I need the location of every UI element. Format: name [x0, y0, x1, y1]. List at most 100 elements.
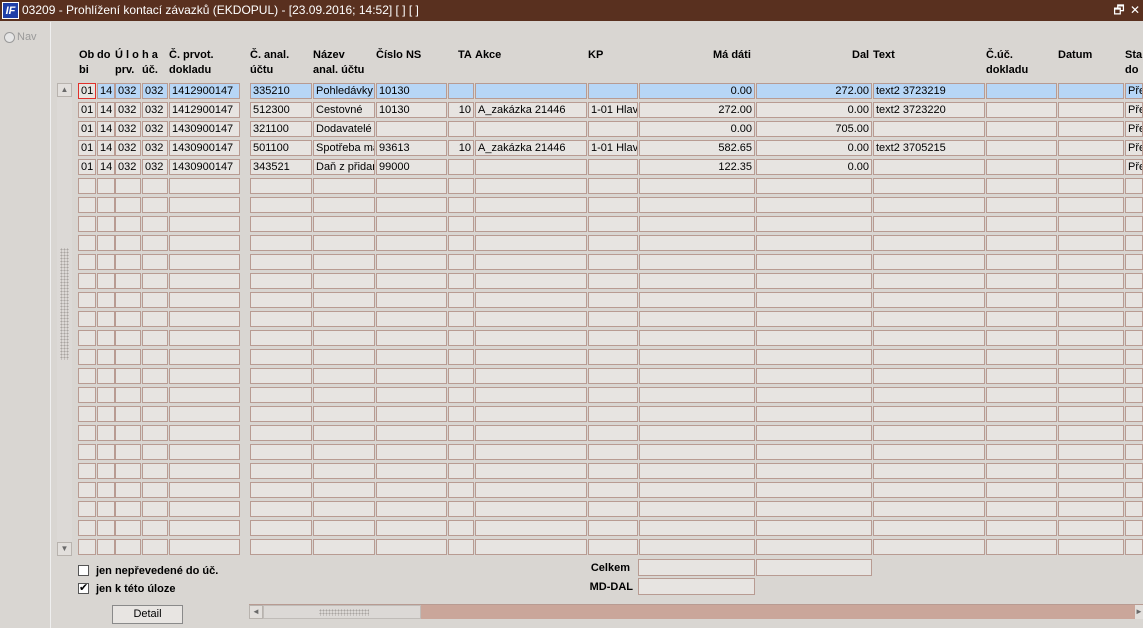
- cell-cprvot[interactable]: [169, 197, 240, 213]
- cell-canal[interactable]: [250, 216, 312, 232]
- cell-cprvot[interactable]: [169, 349, 240, 365]
- cell-canal[interactable]: [250, 520, 312, 536]
- cell-ta[interactable]: [448, 216, 474, 232]
- cell-nazev[interactable]: [313, 444, 375, 460]
- cell-ns[interactable]: [376, 539, 447, 555]
- cell-ns[interactable]: 10130: [376, 83, 447, 99]
- cell-ha[interactable]: [142, 216, 168, 232]
- cell-ta[interactable]: [448, 292, 474, 308]
- cell-cprvot[interactable]: [169, 444, 240, 460]
- cell-do[interactable]: [97, 349, 115, 365]
- cell-akce[interactable]: A_zakázka 21446: [475, 140, 587, 156]
- cell-ta[interactable]: [448, 311, 474, 327]
- cell-kp[interactable]: [588, 368, 638, 384]
- cell-do[interactable]: [97, 254, 115, 270]
- cell-cuc[interactable]: [986, 159, 1057, 175]
- cell-stav[interactable]: [1125, 349, 1143, 365]
- cell-cprvot[interactable]: 1412900147: [169, 102, 240, 118]
- cell-ta[interactable]: [448, 254, 474, 270]
- cell-do[interactable]: 14: [97, 83, 115, 99]
- cell-ha[interactable]: 032: [142, 159, 168, 175]
- cell-ulo[interactable]: [115, 463, 141, 479]
- close-window-icon[interactable]: ✕: [1128, 2, 1142, 18]
- this-task-checkbox[interactable]: ✔: [78, 583, 89, 594]
- cell-ns[interactable]: [376, 197, 447, 213]
- cell-datum[interactable]: [1058, 178, 1124, 194]
- cell-stav[interactable]: Přev: [1125, 121, 1143, 137]
- cell-ob[interactable]: 01: [78, 159, 96, 175]
- cell-cprvot[interactable]: 1430900147: [169, 159, 240, 175]
- cell-ulo[interactable]: [115, 501, 141, 517]
- cell-nazev[interactable]: [313, 292, 375, 308]
- cell-cprvot[interactable]: [169, 501, 240, 517]
- cell-ulo[interactable]: [115, 368, 141, 384]
- cell-cuc[interactable]: [986, 235, 1057, 251]
- cell-text[interactable]: [873, 387, 985, 403]
- cell-madati[interactable]: [639, 463, 755, 479]
- cell-nazev[interactable]: [313, 311, 375, 327]
- cell-nazev[interactable]: Pohledávky: [313, 83, 375, 99]
- cell-ob[interactable]: 01: [78, 102, 96, 118]
- cell-ha[interactable]: 032: [142, 140, 168, 156]
- scroll-right-icon[interactable]: ►: [1135, 605, 1143, 619]
- cell-ha[interactable]: [142, 463, 168, 479]
- cell-kp[interactable]: [588, 520, 638, 536]
- cell-ob[interactable]: [78, 520, 96, 536]
- cell-datum[interactable]: [1058, 463, 1124, 479]
- cell-dal[interactable]: [756, 501, 872, 517]
- cell-datum[interactable]: [1058, 539, 1124, 555]
- cell-ulo[interactable]: 032: [115, 140, 141, 156]
- cell-ha[interactable]: [142, 235, 168, 251]
- cell-kp[interactable]: [588, 235, 638, 251]
- cell-ob[interactable]: [78, 539, 96, 555]
- cell-text[interactable]: [873, 311, 985, 327]
- cell-ulo[interactable]: 032: [115, 83, 141, 99]
- cell-akce[interactable]: [475, 425, 587, 441]
- cell-madati[interactable]: [639, 406, 755, 422]
- cell-cprvot[interactable]: [169, 387, 240, 403]
- cell-dal[interactable]: [756, 463, 872, 479]
- cell-stav[interactable]: Přev: [1125, 159, 1143, 175]
- cell-madati[interactable]: [639, 349, 755, 365]
- cell-ulo[interactable]: [115, 482, 141, 498]
- cell-do[interactable]: [97, 425, 115, 441]
- cell-ob[interactable]: [78, 235, 96, 251]
- cell-cprvot[interactable]: [169, 216, 240, 232]
- cell-canal[interactable]: [250, 330, 312, 346]
- cell-cuc[interactable]: [986, 140, 1057, 156]
- cell-ns[interactable]: [376, 178, 447, 194]
- cell-cprvot[interactable]: [169, 368, 240, 384]
- cell-cprvot[interactable]: [169, 311, 240, 327]
- cell-cuc[interactable]: [986, 520, 1057, 536]
- cell-ns[interactable]: [376, 292, 447, 308]
- cell-ta[interactable]: [448, 235, 474, 251]
- cell-cuc[interactable]: [986, 102, 1057, 118]
- cell-ob[interactable]: [78, 178, 96, 194]
- cell-text[interactable]: [873, 463, 985, 479]
- cell-text[interactable]: [873, 368, 985, 384]
- cell-datum[interactable]: [1058, 197, 1124, 213]
- cell-canal[interactable]: 335210: [250, 83, 312, 99]
- cell-kp[interactable]: [588, 387, 638, 403]
- cell-do[interactable]: [97, 292, 115, 308]
- cell-cprvot[interactable]: [169, 463, 240, 479]
- cell-stav[interactable]: [1125, 273, 1143, 289]
- cell-do[interactable]: [97, 406, 115, 422]
- cell-cprvot[interactable]: [169, 330, 240, 346]
- cell-kp[interactable]: [588, 501, 638, 517]
- cell-madati[interactable]: [639, 216, 755, 232]
- cell-kp[interactable]: [588, 444, 638, 460]
- cell-cuc[interactable]: [986, 444, 1057, 460]
- cell-akce[interactable]: [475, 216, 587, 232]
- cell-cuc[interactable]: [986, 406, 1057, 422]
- cell-kp[interactable]: [588, 463, 638, 479]
- cell-nazev[interactable]: Daň z přidan: [313, 159, 375, 175]
- cell-ns[interactable]: 10130: [376, 102, 447, 118]
- cell-kp[interactable]: [588, 425, 638, 441]
- scroll-left-icon[interactable]: ◄: [249, 605, 263, 619]
- cell-cprvot[interactable]: [169, 482, 240, 498]
- cell-canal[interactable]: 512300: [250, 102, 312, 118]
- cell-canal[interactable]: [250, 235, 312, 251]
- cell-stav[interactable]: [1125, 311, 1143, 327]
- cell-canal[interactable]: [250, 368, 312, 384]
